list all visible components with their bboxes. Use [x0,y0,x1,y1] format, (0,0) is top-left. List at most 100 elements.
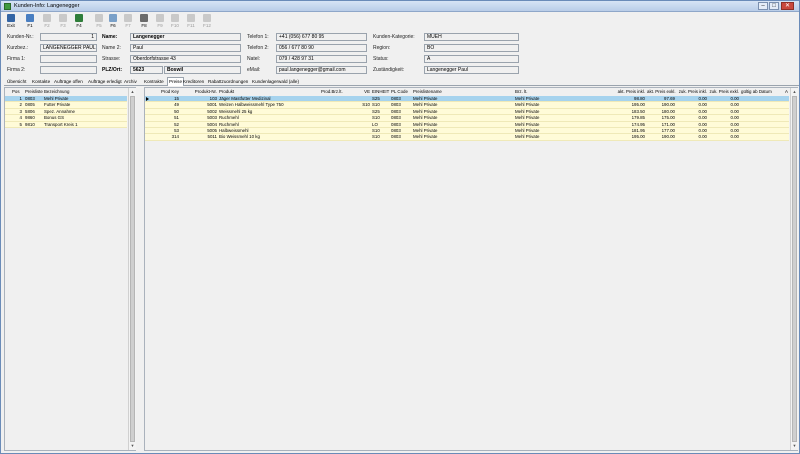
col-header-pos[interactable]: Pos [12,89,20,94]
price-cell: 314 [171,134,179,140]
price-cell: 171.00 [661,121,675,127]
customer-number-field[interactable]: 1 [40,33,97,41]
tab-preise[interactable]: Preise [167,77,185,86]
toolbar-button-label: F11 [187,23,195,28]
mobile-field[interactable]: 079 / 428 97 31 [276,55,367,63]
col-header-pricelist[interactable]: Preisliste [25,89,43,94]
phone2-field[interactable]: 056 / 677 80 90 [276,44,367,52]
price-cell: 183.50 [631,108,645,114]
customer-number-label: Kunden-Nr.: [7,34,34,40]
price-cell: S25 [372,96,380,101]
price-cell: 0803 [391,134,401,140]
pricelist-cell: Futter Private [44,102,71,108]
region-field[interactable]: BO [424,44,519,52]
tab-kundenlagerwald-alle[interactable]: Kundenlagerwald (alle) [252,78,299,86]
tab-aufträge-erledigt[interactable]: Aufträge erledigt [88,78,122,86]
blank-icon [171,14,179,22]
toolbar-button-f7[interactable]: F7 [120,13,136,30]
blank-icon [187,14,195,22]
col-header-pl-code[interactable]: PL Code [391,89,411,94]
first-name-field[interactable]: Paul [130,44,241,52]
toolbar: Exit F1 F2 F3 F4 F5 F6 F7 F8 F9 F10 F11 F12 [3,13,799,30]
tab-archiv[interactable]: Archiv [124,78,137,86]
toolbar-button-f3[interactable]: F3 [55,13,71,30]
pricelist-row[interactable]: 5 9810 Transport Kreis 1 [5,121,127,128]
maximize-button[interactable]: □ [769,2,779,10]
col-header-prod-brz-lt[interactable]: Prod.Brz.lt. [321,89,353,94]
title-bar: Kunden-Info: Langenegger – □ ✕ [1,1,799,12]
price-cell: 52 [174,121,179,127]
short-name-field[interactable]: LANGENEGGER PAUL [40,44,97,52]
col-header-akt-preis-exkl[interactable]: akt. Preis exkl. [647,89,676,94]
price-cell: Mehl Private [515,115,540,121]
left-scrollbar[interactable]: ▲ ▼ [128,88,136,450]
tab-rabattzuordnungen[interactable]: Rabattzuordnungen [208,78,248,86]
price-cell: Mehl Private [413,121,438,127]
zip-field[interactable]: 5623 [130,66,163,74]
scroll-down-icon[interactable]: ▼ [130,443,135,449]
prices-panel: Prod Key Produkt-Nr. Produkt Prod.Brz.lt. VE… [144,87,798,451]
city-field[interactable]: Boswil [164,66,241,74]
col-header-prod-key[interactable]: Prod Key [153,89,179,94]
col-header-zuk-preis-inkl[interactable]: zuk. Preis inkl. [677,89,707,94]
category-label: Kunden-Kategorie: [373,34,415,40]
toolbar-button-f12[interactable]: F12 [199,13,215,30]
toolbar-button-f2[interactable]: F2 [39,13,55,30]
company1-field[interactable] [40,55,97,63]
tab-übersicht[interactable]: Übersicht [7,78,26,86]
toolbar-button-label: F2 [44,23,50,28]
toolbar-button-f6[interactable]: F6 [105,13,121,30]
col-header-description[interactable]: Bezeichnung [44,89,69,94]
pricelist-cell: Transport Kreis 1 [44,121,78,127]
price-cell: Ruchmehl [219,115,239,121]
toolbar-button-label: F9 [157,23,163,28]
tab-kontrakte[interactable]: Kontrakte [144,78,164,86]
price-cell: S25 [372,108,380,114]
price-cell: 174.95 [631,121,645,127]
scroll-up-icon[interactable]: ▲ [792,89,797,95]
minimize-button[interactable]: – [758,2,768,10]
right-scrollbar[interactable]: ▲ ▼ [790,88,798,450]
tab-kontakte[interactable]: Kontakte [32,78,50,86]
price-cell: Mehl Private [515,121,540,127]
col-header-produkt[interactable]: Produkt [219,89,319,94]
scroll-up-icon[interactable]: ▲ [130,89,135,95]
application-window: Kunden-Info: Langenegger – □ ✕ Exit F1 F2 F… [0,0,800,454]
scroll-thumb[interactable] [130,96,135,442]
tab-aufträge-offen[interactable]: Aufträge offen [54,78,83,86]
email-field[interactable]: paul.langenegger@gmail.com [276,66,367,74]
toolbar-button-exit[interactable]: Exit [3,13,19,30]
toolbar-button-f4[interactable]: F4 [71,13,87,30]
company2-field[interactable] [40,66,97,74]
col-header-ve[interactable]: VE [355,89,370,94]
responsibility-field[interactable]: Langenegger Paul [424,66,519,74]
scroll-down-icon[interactable]: ▼ [792,443,797,449]
zip-city-label: PLZ/Ort: [102,67,122,73]
toolbar-button-f10[interactable]: F10 [167,13,183,30]
name-field[interactable]: Langenegger [130,33,241,41]
scroll-thumb[interactable] [792,96,797,442]
price-row[interactable]: 314 5011 Bio Weissmehl 10 kg S10 0803 Mehl Pr… [145,134,789,141]
phone1-field[interactable]: +41 (056) 677 80 95 [276,33,367,41]
col-header-preislistename[interactable]: Preislistename [413,89,513,94]
status-field[interactable]: A [424,55,519,63]
col-header-akt-preis-inkl[interactable]: akt. Preis inkl. [613,89,645,94]
toolbar-button-label: F7 [125,23,131,28]
price-cell: Mehl Private [413,115,438,121]
col-header-produkt-nr[interactable]: Produkt-Nr. [181,89,217,94]
toolbar-button-f11[interactable]: F11 [183,13,199,30]
toolbar-button-f9[interactable]: F9 [152,13,168,30]
category-field[interactable]: MUEH [424,33,519,41]
col-header-einheit[interactable]: EINHEIT [372,89,389,94]
col-header-brz-lt[interactable]: Brz. lt. [515,89,615,94]
street-field[interactable]: Oberdorfstrasse 43 [130,55,241,63]
col-header-g-ltig-ab-datum[interactable]: gültig ab Datum [741,89,777,94]
tab-kreditoren[interactable]: Kreditoren [183,78,204,86]
col-header-zuk-preis-exkl[interactable]: zuk. Preis exkl. [709,89,739,94]
pricelist-cell: Spez. Annahme [44,108,75,114]
toolbar-button-f8[interactable]: F8 [136,13,152,30]
region-label: Region: [373,45,391,51]
toolbar-button-f1[interactable]: F1 [22,13,38,30]
close-button[interactable]: ✕ [781,2,794,10]
price-cell: S10 [372,115,380,121]
